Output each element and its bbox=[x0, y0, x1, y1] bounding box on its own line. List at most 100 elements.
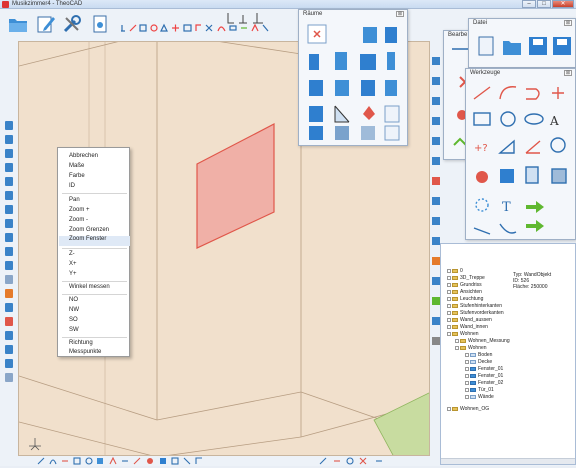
tree-item[interactable]: Fenster_01 bbox=[465, 373, 503, 379]
tree-item[interactable]: Wohnen_Messung bbox=[455, 338, 510, 344]
layer-icon bbox=[525, 166, 539, 184]
panel-title: Datei bbox=[473, 20, 488, 26]
tree-item[interactable]: Wohnen_OG bbox=[447, 406, 489, 412]
angle-icon bbox=[525, 140, 541, 154]
left-tool-icon-1[interactable] bbox=[5, 121, 13, 130]
group-icon bbox=[551, 168, 567, 184]
tree-item[interactable]: Wände bbox=[465, 394, 494, 400]
horizontal-scrollbar[interactable] bbox=[441, 458, 575, 464]
datei-panel: Datei ⊠ bbox=[468, 18, 576, 68]
left-tool-icon-11[interactable] bbox=[5, 261, 13, 270]
menu-item-z-minus[interactable]: Z- bbox=[69, 251, 75, 257]
left-tool-icon-3[interactable] bbox=[5, 149, 13, 158]
menu-item-abbrechen[interactable]: Abbrechen bbox=[69, 153, 98, 159]
curve-icon bbox=[526, 88, 540, 100]
menu-item-zoom-grenzen[interactable]: Zoom Grenzen bbox=[69, 227, 109, 233]
tree-item[interactable]: Grundriss bbox=[447, 282, 482, 288]
file-tools[interactable] bbox=[475, 33, 575, 63]
left-toolbar bbox=[0, 41, 18, 456]
left-tool-icon-2[interactable] bbox=[5, 135, 13, 144]
tree-item[interactable]: Tür_01 bbox=[465, 387, 494, 393]
room-tools-grid[interactable] bbox=[305, 22, 405, 144]
menu-item-no[interactable]: NO bbox=[69, 297, 78, 303]
edit-pencil-icon[interactable] bbox=[36, 14, 56, 34]
menu-item-x-plus[interactable]: X+ bbox=[69, 261, 77, 267]
left-tool-icon-8[interactable] bbox=[5, 219, 13, 228]
left-tool-icon-10[interactable] bbox=[5, 247, 13, 256]
layer-tree-panel: 0 3D_Treppe Grundriss Ansichten Leuchtun… bbox=[440, 243, 576, 465]
left-tool-icon-14[interactable] bbox=[5, 303, 13, 312]
left-tool-icon-6[interactable] bbox=[5, 191, 13, 200]
tree-item[interactable]: Wand_aussen bbox=[447, 317, 492, 323]
tree-item[interactable]: Leuchtung bbox=[447, 296, 483, 302]
tree-item[interactable]: Wand_innen bbox=[447, 324, 488, 330]
left-tool-icon-16[interactable] bbox=[5, 331, 13, 340]
rectangle-icon bbox=[473, 112, 491, 126]
measure-icon: +? bbox=[474, 143, 488, 154]
menu-item-sw[interactable]: SW bbox=[69, 327, 79, 333]
tree-item[interactable]: Boden bbox=[465, 352, 492, 358]
panel-close-button[interactable]: ⊠ bbox=[396, 11, 404, 17]
tree-item[interactable]: 3D_Treppe bbox=[447, 275, 485, 281]
menu-item-winkel-messen[interactable]: Winkel messen bbox=[69, 284, 110, 290]
tree-item[interactable]: Fenster_01 bbox=[465, 366, 503, 372]
tools-icon[interactable] bbox=[62, 14, 82, 34]
menu-item-y-plus[interactable]: Y+ bbox=[69, 271, 77, 277]
app-logo-icon bbox=[2, 1, 9, 8]
triangle-icon bbox=[498, 139, 515, 154]
tree-item[interactable]: Ansichten bbox=[447, 289, 482, 295]
menu-item-pan[interactable]: Pan bbox=[69, 197, 80, 203]
menu-item-zoom-plus[interactable]: Zoom + bbox=[69, 207, 90, 213]
left-tool-icon-15[interactable] bbox=[5, 317, 13, 326]
menu-item-so[interactable]: SO bbox=[69, 317, 78, 323]
circle-icon bbox=[500, 111, 516, 127]
tree-item[interactable]: Stufenhinterkanten bbox=[447, 303, 502, 309]
menu-separator bbox=[62, 193, 127, 194]
panel-title: Räume bbox=[303, 11, 323, 17]
edit-tool-strip[interactable] bbox=[470, 208, 550, 240]
document-icon[interactable] bbox=[90, 14, 110, 34]
bottom-toolbar bbox=[0, 456, 440, 466]
left-tool-icon-17[interactable] bbox=[5, 345, 13, 354]
panel-close-button[interactable]: ⊠ bbox=[564, 20, 572, 26]
open-folder-icon[interactable] bbox=[8, 14, 28, 34]
menu-item-messpunkte[interactable]: Messpunkte bbox=[69, 349, 101, 355]
left-tool-icon-13[interactable] bbox=[5, 289, 13, 298]
panel-title: Werkzeuge bbox=[470, 70, 501, 76]
tree-item[interactable]: Decke bbox=[465, 359, 492, 365]
tree-item[interactable]: Wohnen bbox=[455, 345, 487, 351]
left-tool-icon-4[interactable] bbox=[5, 163, 13, 172]
bottom-tools-strip[interactable] bbox=[0, 456, 440, 466]
left-tool-icon-12[interactable] bbox=[5, 275, 13, 284]
menu-item-id[interactable]: ID bbox=[69, 183, 75, 189]
left-tool-icon-9[interactable] bbox=[5, 233, 13, 242]
tree-item[interactable]: Fenster_02 bbox=[465, 380, 503, 386]
tree-item[interactable]: Stufenvorderkanten bbox=[447, 310, 504, 316]
menu-separator bbox=[62, 248, 127, 249]
close-button[interactable]: ✕ bbox=[552, 0, 574, 8]
left-tool-icon-18[interactable] bbox=[5, 359, 13, 368]
left-tool-icon-5[interactable] bbox=[5, 177, 13, 186]
panel-close-button[interactable]: ⊠ bbox=[564, 70, 572, 76]
menu-item-zoom-minus[interactable]: Zoom - bbox=[69, 217, 88, 223]
left-tool-icon-19[interactable] bbox=[5, 373, 13, 382]
menu-item-nw[interactable]: NW bbox=[69, 307, 79, 313]
menu-item-farbe[interactable]: Farbe bbox=[69, 173, 85, 179]
sphere-icon bbox=[476, 171, 488, 183]
selected-wall-opening[interactable] bbox=[196, 123, 275, 249]
left-tool-icon-7[interactable] bbox=[5, 205, 13, 214]
line-icon bbox=[473, 86, 491, 100]
tree-item[interactable]: Wohnen bbox=[447, 331, 479, 337]
menu-item-zoom-fenster[interactable]: Zoom Fenster bbox=[59, 236, 130, 246]
maximize-button[interactable]: □ bbox=[537, 0, 551, 8]
raeume-panel: Räume ⊠ bbox=[298, 9, 408, 146]
origin-axis-icon bbox=[29, 438, 41, 451]
menu-item-richtung[interactable]: Richtung bbox=[69, 340, 93, 346]
minimize-button[interactable]: – bbox=[522, 0, 536, 8]
menu-item-masse[interactable]: Maße bbox=[69, 163, 84, 169]
tree-item[interactable]: 0 bbox=[447, 268, 463, 274]
menu-separator bbox=[62, 281, 127, 282]
view-axis-icons[interactable] bbox=[225, 11, 270, 25]
drawing-tools-strip[interactable] bbox=[120, 23, 300, 33]
object-info: Typ: WandObjekt ID: 526 Fläche: 250000 bbox=[513, 272, 552, 290]
